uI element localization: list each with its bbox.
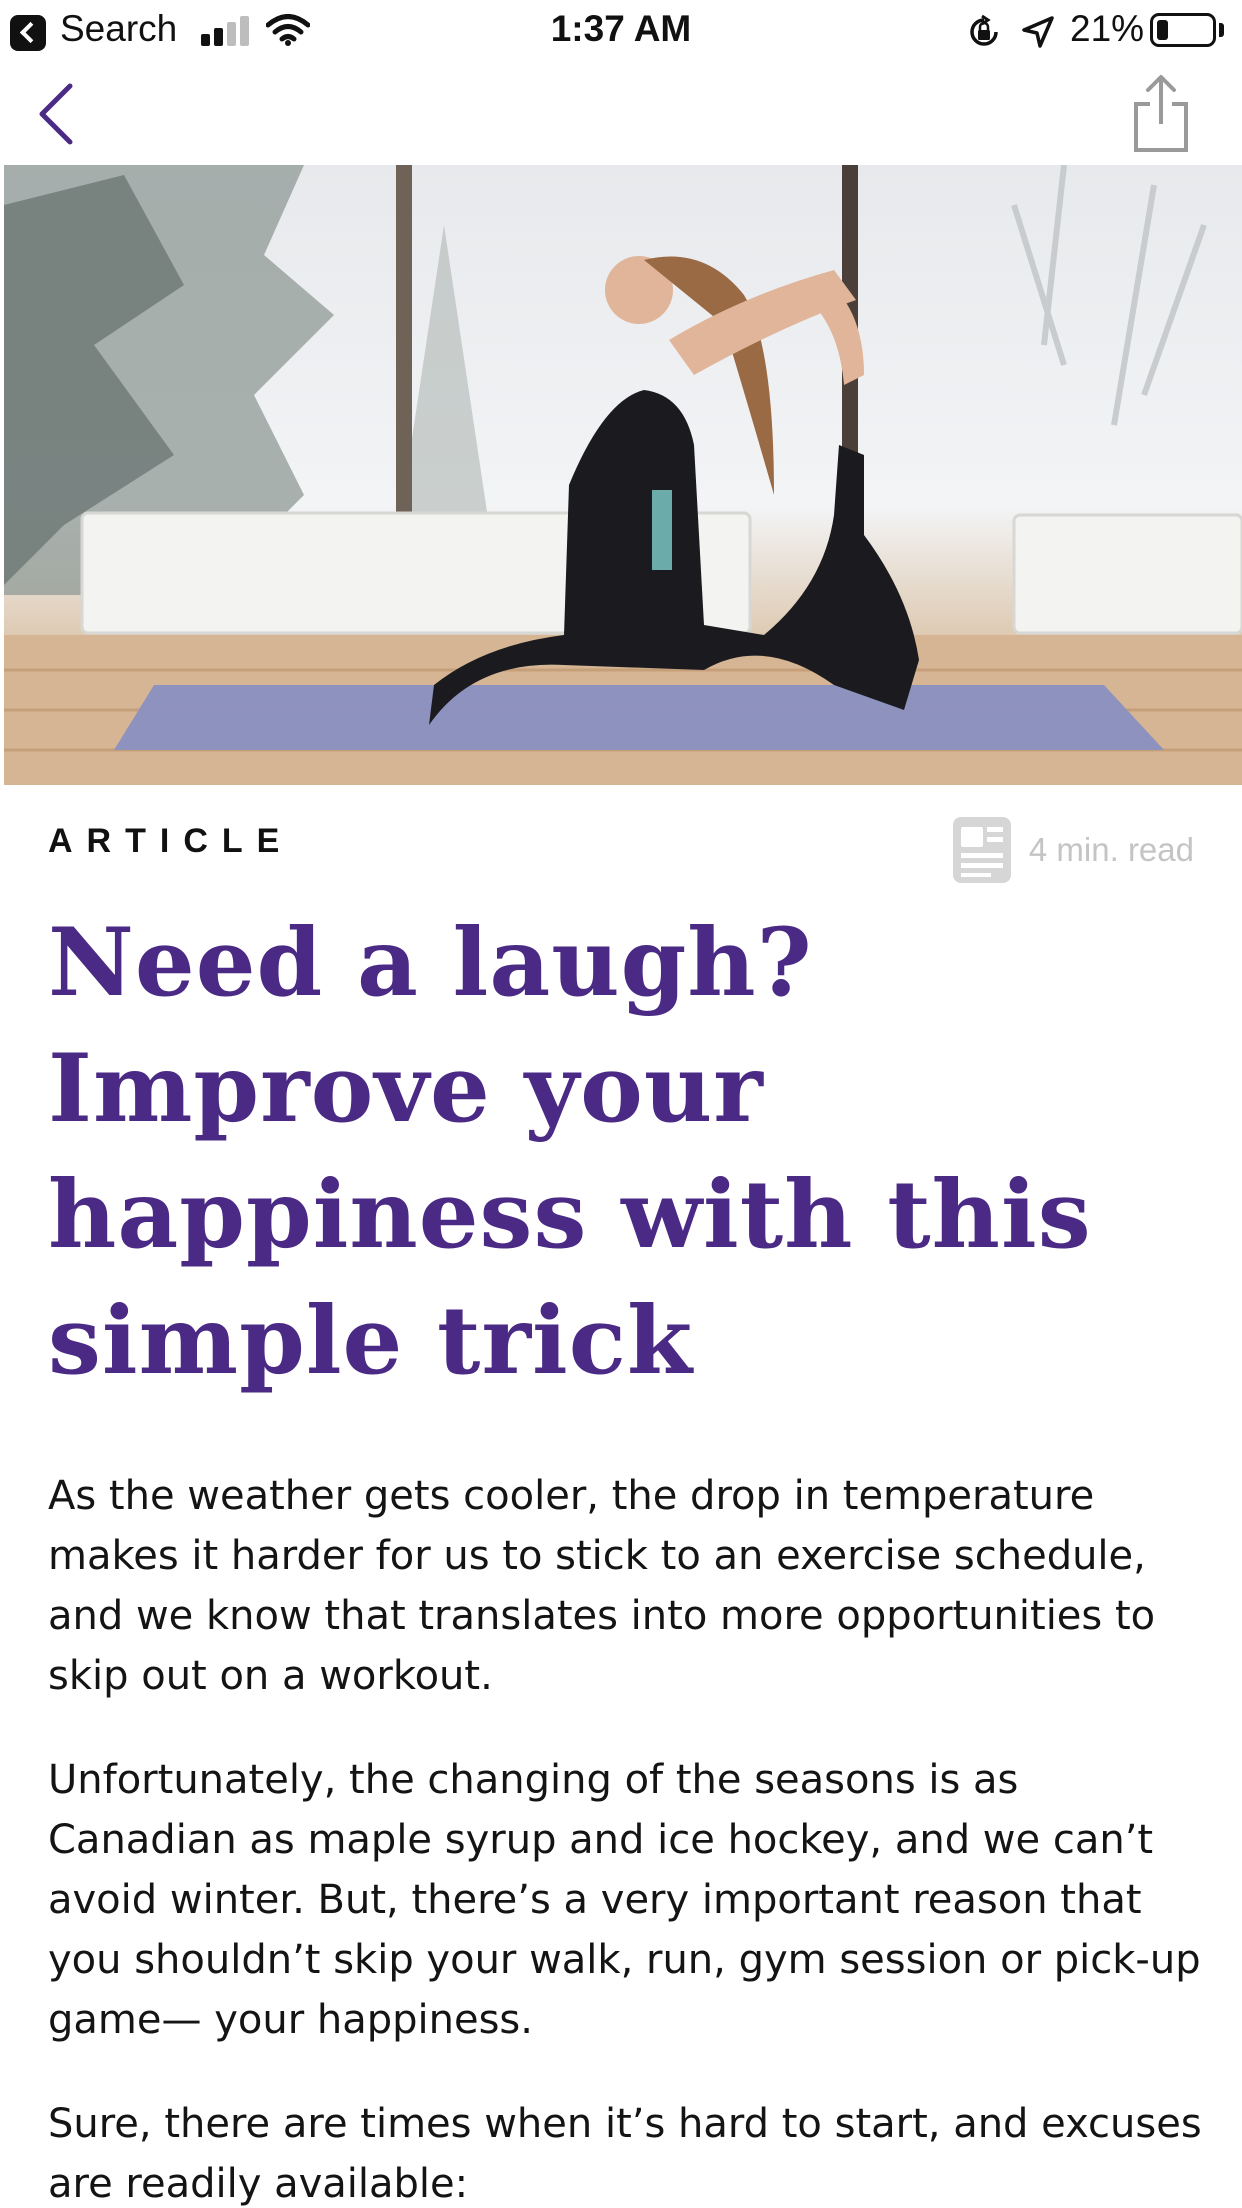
yoga-pose-illustration [4,165,1242,785]
battery-icon [1150,13,1216,47]
battery-percent: 21% [1070,8,1145,49]
article-body: As the weather gets cooler, the drop in … [48,1466,1208,2208]
read-time-label: 4 min. read [1028,831,1194,868]
back-button[interactable] [30,78,80,150]
hero-image [4,165,1242,785]
article-paragraph: As the weather gets cooler, the drop in … [48,1473,1156,1699]
article-category: ARTICLE [48,822,294,860]
read-time: 4 min. read [951,815,1194,885]
article-paragraph: Unfortunately, the changing of the seaso… [48,1757,1201,2043]
orientation-lock-icon [970,14,998,46]
status-bar: Search 1:37 AM 21% [0,0,1242,62]
battery-level [1157,20,1168,40]
article-icon [952,817,1011,883]
article-paragraph: Sure, there are times when it’s hard to … [48,2101,1202,2207]
share-button[interactable] [1128,74,1194,154]
article-title: Need a laugh? Improve your happiness wit… [48,908,1092,1396]
location-arrow-icon [1022,16,1054,48]
battery-tip [1219,23,1224,37]
